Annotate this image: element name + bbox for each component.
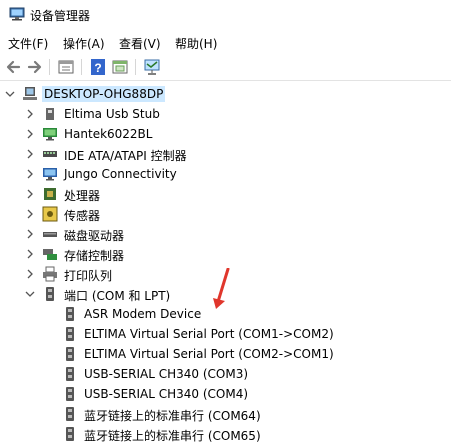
tree-device-ch340-com4[interactable]: USB-SERIAL CH340 (COM4) (0, 384, 451, 404)
ide-controller-icon (43, 151, 57, 157)
category-label: 传感器 (64, 209, 101, 223)
disk-drive-icon (43, 232, 57, 237)
tree-device-eltima-com1[interactable]: ELTIMA Virtual Serial Port (COM1->COM2) (0, 324, 451, 344)
computer-icon (23, 87, 37, 100)
category-label: 打印队列 (64, 269, 113, 283)
tree-category-storage-controller[interactable]: 存储控制器 (0, 244, 451, 264)
category-label: IDE ATA/ATAPI 控制器 (64, 149, 187, 163)
port-device-icon (66, 387, 74, 401)
properties-icon[interactable] (57, 58, 75, 76)
tree-category-disk-drive[interactable]: 磁盘驱动器 (0, 224, 451, 244)
device-manager-icon (9, 7, 25, 21)
annotation-arrow-icon (213, 268, 230, 309)
device-label: USB-SERIAL CH340 (COM3) (84, 367, 249, 381)
chevron-right-icon[interactable] (24, 204, 36, 224)
computer-name: DESKTOP-OHG88DP (42, 86, 166, 102)
tree-category-jungo-connectivity[interactable]: Jungo Connectivity (0, 164, 451, 184)
port-device-icon (66, 347, 74, 361)
chevron-down-icon[interactable] (4, 84, 16, 104)
toolbar-separator (49, 59, 50, 75)
category-label: Hantek6022BL (64, 127, 153, 141)
scan-hardware-icon[interactable] (143, 58, 161, 76)
tree-category-sensor[interactable]: 传感器 (0, 204, 451, 224)
processor-icon (44, 188, 56, 200)
forward-icon[interactable] (26, 58, 44, 76)
window-title: 设备管理器 (30, 9, 91, 23)
chevron-right-icon[interactable] (24, 164, 36, 184)
port-device-icon (66, 427, 74, 441)
toolbar-separator (135, 59, 136, 75)
tree-category-ide-ata-atapi[interactable]: IDE ATA/ATAPI 控制器 (0, 144, 451, 164)
monitor-icon (43, 128, 57, 141)
category-label: Eltima Usb Stub (64, 107, 160, 121)
back-icon[interactable] (4, 58, 22, 76)
device-label: ELTIMA Virtual Serial Port (COM1->COM2) (84, 327, 334, 341)
port-device-icon (66, 307, 74, 321)
tree-device-ch340-com3[interactable]: USB-SERIAL CH340 (COM3) (0, 364, 451, 384)
tree-category-processor[interactable]: 处理器 (0, 184, 451, 204)
toolbar-separator (81, 59, 82, 75)
menu-action[interactable]: 操作(A) (63, 35, 105, 52)
tree-device-eltima-com2[interactable]: ELTIMA Virtual Serial Port (COM2->COM1) (0, 344, 451, 364)
tree-device-bt-com64[interactable]: 蓝牙链接上的标准串行 (COM64) (0, 404, 451, 424)
tree-category-eltima-usb-stub[interactable]: Eltima Usb Stub (0, 104, 451, 124)
device-label: ELTIMA Virtual Serial Port (COM2->COM1) (84, 347, 334, 361)
tree-category-hantek6022bl[interactable]: Hantek6022BL (0, 124, 451, 144)
device-label: 蓝牙链接上的标准串行 (COM64) (84, 409, 261, 423)
device-label: ASR Modem Device (84, 307, 202, 321)
tree-device-bt-com65[interactable]: 蓝牙链接上的标准串行 (COM65) (0, 424, 451, 444)
chevron-right-icon[interactable] (24, 144, 36, 164)
usb-device-icon (46, 108, 54, 120)
chevron-right-icon[interactable] (24, 104, 36, 124)
chevron-right-icon[interactable] (24, 124, 36, 144)
svg-text:?: ? (94, 61, 101, 75)
category-label: 处理器 (64, 189, 101, 203)
port-icon (46, 287, 54, 301)
title-bar: 设备管理器 (0, 0, 451, 30)
port-device-icon (66, 327, 74, 341)
tree-root[interactable]: DESKTOP-OHG88DP (0, 84, 451, 104)
category-label: 存储控制器 (64, 249, 125, 263)
port-device-icon (66, 367, 74, 381)
category-label: 磁盘驱动器 (64, 229, 125, 243)
help-icon[interactable]: ? (89, 58, 107, 76)
device-label: USB-SERIAL CH340 (COM4) (84, 387, 249, 401)
chevron-right-icon[interactable] (24, 264, 36, 284)
monitor-icon (43, 168, 57, 181)
port-device-icon (66, 407, 74, 421)
menu-file[interactable]: 文件(F) (8, 35, 48, 52)
device-tree: DESKTOP-OHG88DP Eltima Usb Stub Hantek60… (0, 82, 451, 444)
chevron-down-icon[interactable] (24, 284, 36, 304)
printer-icon (43, 266, 57, 282)
menu-bar: 文件(F) 操作(A) 查看(V) 帮助(H) (0, 30, 451, 54)
storage-controller-icon (43, 249, 57, 260)
menu-view[interactable]: 查看(V) (119, 35, 161, 52)
menu-help[interactable]: 帮助(H) (175, 35, 217, 52)
chevron-right-icon[interactable] (24, 224, 36, 244)
toolbar: ? (0, 54, 451, 81)
chevron-right-icon[interactable] (24, 244, 36, 264)
sensor-icon (42, 206, 58, 222)
update-icon[interactable] (111, 58, 129, 76)
category-label: Jungo Connectivity (64, 167, 177, 181)
chevron-right-icon[interactable] (24, 184, 36, 204)
device-label: 蓝牙链接上的标准串行 (COM65) (84, 429, 261, 443)
category-label: 端口 (COM 和 LPT) (64, 289, 171, 303)
